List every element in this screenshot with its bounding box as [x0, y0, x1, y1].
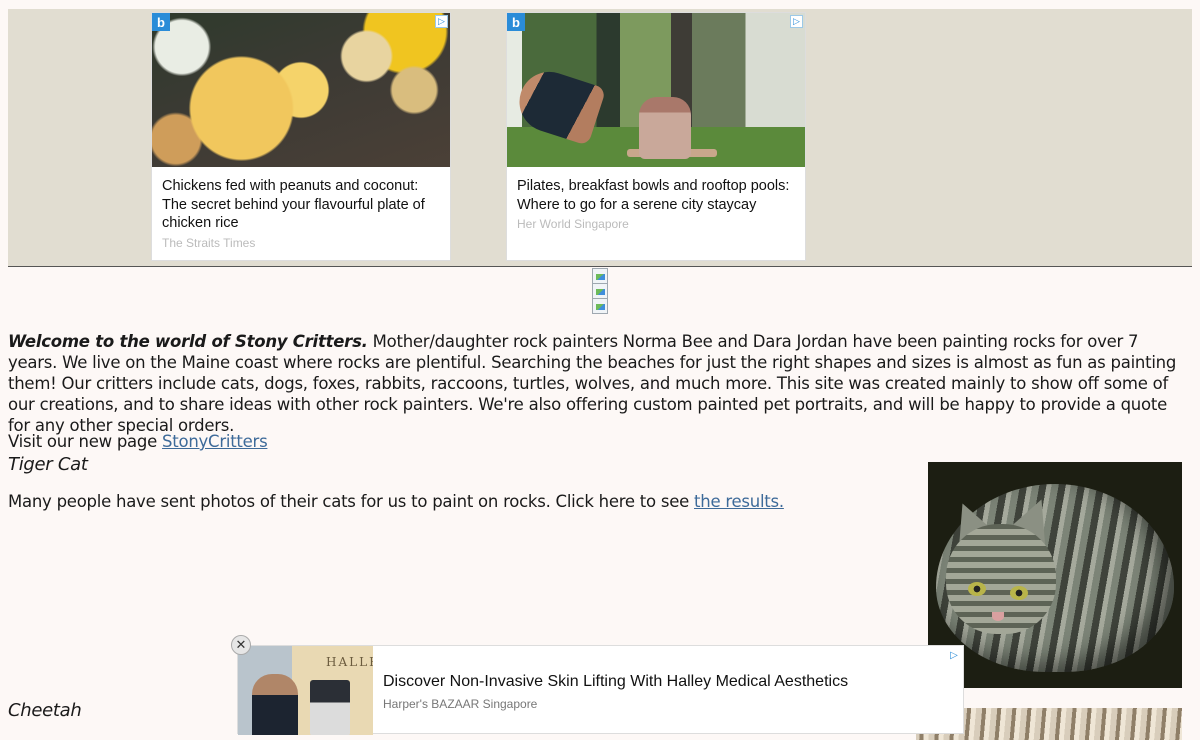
section-title-tiger-cat: Tiger Cat	[8, 454, 88, 475]
tiger-cat-desc-text: Many people have sent photos of their ca…	[8, 492, 695, 511]
adchoices-icon[interactable]: ▷	[435, 15, 448, 28]
broken-image-icon	[592, 283, 608, 299]
ad-card-chicken-rice[interactable]: b ▷ Chickens fed with peanuts and coconu…	[151, 12, 451, 261]
adchoices-icon[interactable]: ▷	[948, 649, 960, 661]
b-logo-icon: b	[507, 13, 525, 31]
halley-logo: HALLEY	[326, 655, 373, 669]
visit-prefix: Visit our new page	[8, 432, 163, 451]
visit-line: Visit our new page StonyCritters	[8, 432, 268, 451]
ad-source: The Straits Times	[162, 235, 256, 250]
broken-image-icon	[592, 298, 608, 314]
cat-eye	[1010, 586, 1028, 600]
cat-eye	[968, 582, 986, 596]
person-sitting	[639, 97, 691, 159]
cat-nose	[992, 612, 1004, 621]
results-link[interactable]: the results.	[694, 492, 784, 511]
ad-headline[interactable]: Chickens fed with peanuts and coconut: T…	[152, 167, 450, 233]
close-ad-icon[interactable]: ✕	[231, 635, 251, 655]
float-ad-title[interactable]: Discover Non-Invasive Skin Lifting With …	[383, 673, 848, 691]
pilates-photo[interactable]: b ▷	[507, 13, 805, 167]
float-ad-source: Harper's BAZAAR Singapore	[383, 697, 538, 711]
stonycritters-link[interactable]: StonyCritters	[162, 432, 268, 451]
halley-ad-photo[interactable]: HALLEY	[238, 646, 373, 735]
floating-ad[interactable]: HALLEY Discover Non-Invasive Skin Liftin…	[237, 645, 964, 735]
broken-image-icon	[592, 268, 608, 284]
chicken-rice-photo[interactable]: b ▷	[152, 13, 450, 167]
intro-bold: Welcome to the world of Stony Critters.	[8, 332, 368, 351]
person-stretching	[511, 64, 607, 146]
section-title-cheetah: Cheetah	[8, 700, 82, 721]
doctor-figure	[252, 674, 298, 735]
ad-source: Her World Singapore	[517, 217, 629, 231]
ad-headline[interactable]: Pilates, breakfast bowls and rooftop poo…	[507, 167, 805, 214]
intro-paragraph: Welcome to the world of Stony Critters. …	[8, 331, 1188, 436]
tiger-cat-rock-photo[interactable]	[928, 462, 1182, 688]
tiger-cat-description: Many people have sent photos of their ca…	[8, 492, 784, 511]
medical-device	[310, 680, 350, 735]
adchoices-icon[interactable]: ▷	[790, 15, 803, 28]
b-logo-icon: b	[152, 13, 170, 31]
ad-card-pilates[interactable]: b ▷ Pilates, breakfast bowls and rooftop…	[506, 12, 806, 261]
top-ad-strip: b ▷ Chickens fed with peanuts and coconu…	[8, 9, 1192, 267]
